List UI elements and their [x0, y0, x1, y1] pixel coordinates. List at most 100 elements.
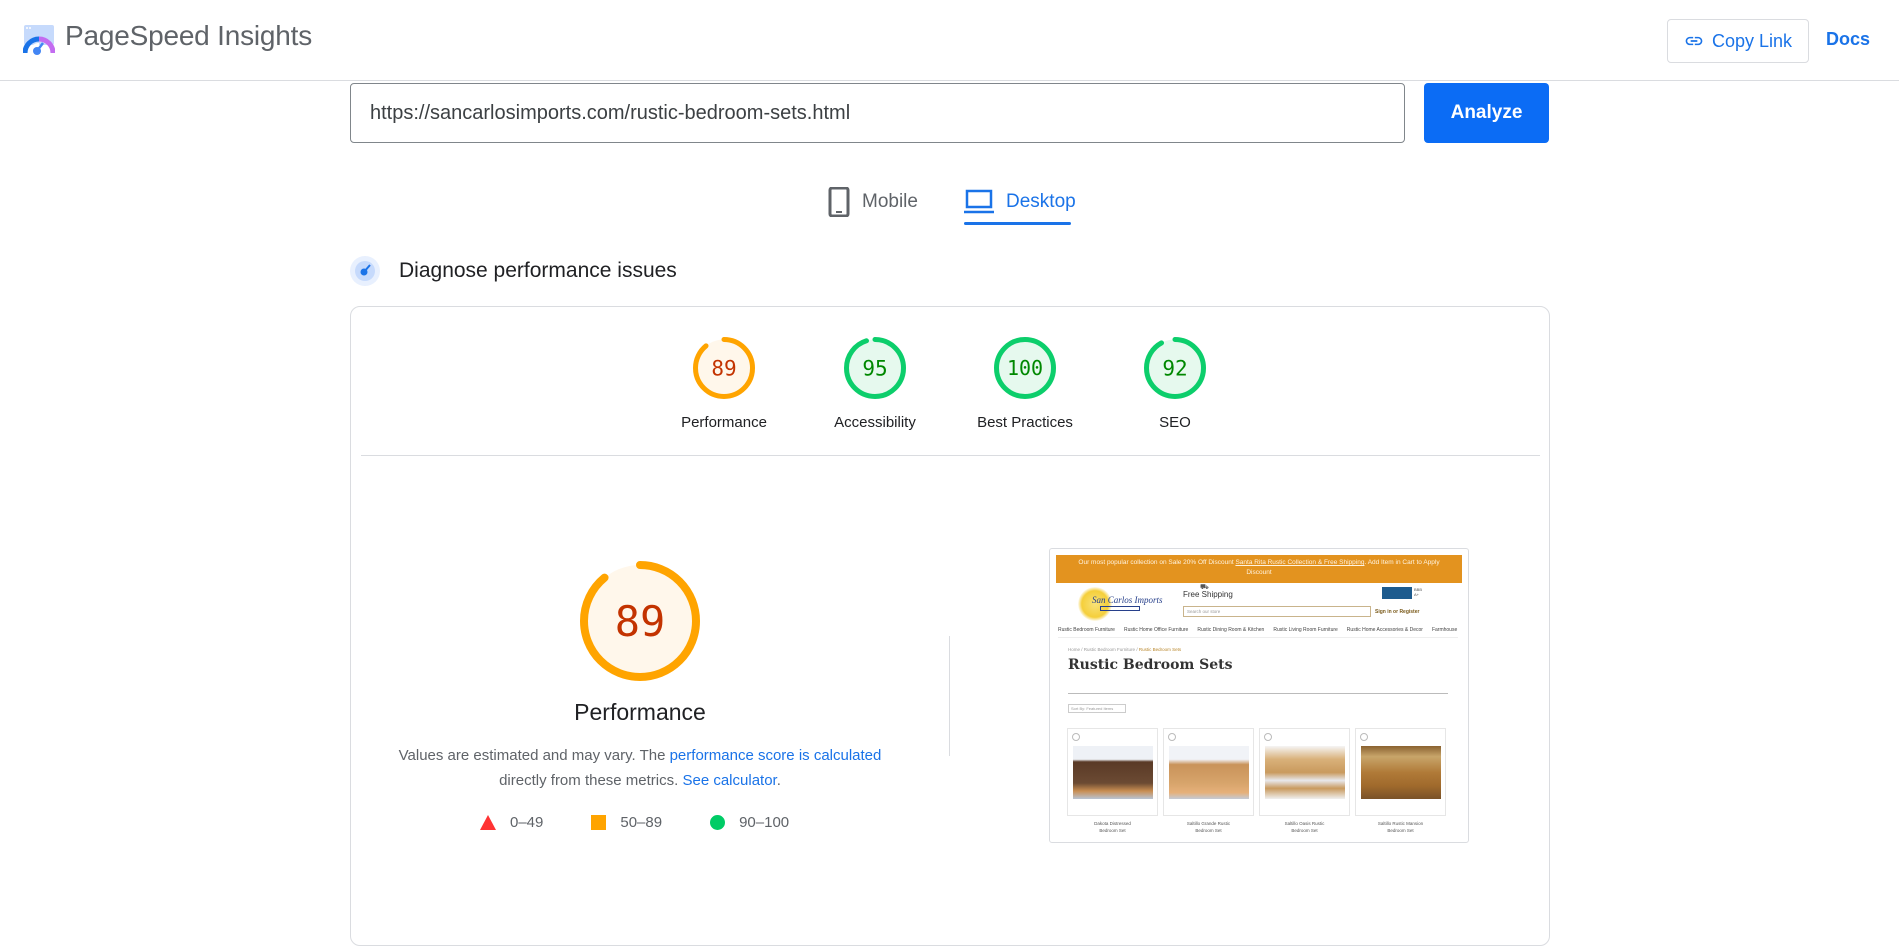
gauge-label: Accessibility: [834, 414, 916, 431]
bbb-badge-icon: [1382, 587, 1412, 599]
tab-desktop-label: Desktop: [1006, 191, 1076, 212]
see-calculator-link[interactable]: See calculator: [682, 772, 776, 789]
circle-icon: [710, 815, 726, 830]
tab-mobile[interactable]: Mobile: [828, 178, 918, 226]
pname-line: Bedroom Set: [1291, 828, 1318, 833]
gauge-score: 89: [615, 597, 666, 646]
gauge-label: SEO: [1159, 414, 1191, 431]
square-icon: [591, 815, 607, 830]
legend-range: 0–49: [510, 814, 544, 831]
pname-line: Saltillo Grande Rustic: [1186, 821, 1231, 826]
screenshot-site-logo: San Carlos Imports: [1078, 587, 1163, 621]
gauge-label: Best Practices: [977, 414, 1073, 431]
description-text: directly from these metrics.: [499, 772, 683, 789]
pagespeed-logo-icon[interactable]: [23, 24, 55, 56]
crumb: Rustic Bedroom Furniture: [1083, 647, 1136, 652]
page-screenshot: Our most popular collection on Sale 20% …: [1049, 548, 1469, 843]
screenshot-signin: Sign in or Register: [1375, 609, 1420, 615]
crumb: Home: [1068, 647, 1081, 652]
screenshot-product-name: Saltillo Oasis Rustic Bedroom Set: [1259, 820, 1350, 834]
gauge-ring: 89: [693, 337, 755, 399]
tab-desktop[interactable]: Desktop: [964, 178, 1076, 226]
brand-title[interactable]: PageSpeed Insights: [65, 20, 312, 52]
score-legend: 0–49 50–89 90–100: [480, 814, 837, 831]
top-header: PageSpeed Insights Copy Link Docs: [0, 0, 1899, 81]
screenshot-product: [1163, 728, 1254, 816]
gauge-label: Performance: [681, 414, 767, 431]
screenshot-product: [1259, 728, 1350, 816]
screenshot-search: Search our store: [1183, 606, 1371, 617]
gauge-ring: 92: [1144, 337, 1206, 399]
screenshot-nav-item: Rustic Home Accessories & Decor: [1346, 627, 1423, 633]
performance-description: Values are estimated and may vary. The p…: [380, 743, 900, 793]
triangle-icon: [480, 815, 496, 830]
bbb-text: BBB A+: [1414, 587, 1423, 597]
pname-line: Saltillo Oasis Rustic: [1284, 821, 1325, 826]
heart-icon: [1360, 733, 1368, 741]
screenshot-product-name: Dakota Distressed Bedroom Set: [1067, 820, 1158, 834]
docs-link[interactable]: Docs: [1826, 29, 1870, 50]
screenshot-product-name: Saltillo Grande Rustic Bedroom Set: [1163, 820, 1254, 834]
copy-link-button[interactable]: Copy Link: [1667, 19, 1809, 63]
product-image: [1073, 746, 1153, 799]
gauge-score: 92: [1162, 357, 1187, 381]
laptop-icon: [964, 189, 994, 214]
crumb-current: Rustic Bedroom Sets: [1138, 647, 1182, 652]
legend-item-fail: 0–49: [480, 814, 543, 831]
heart-icon: [1264, 733, 1272, 741]
gauge-ring: 95: [844, 337, 906, 399]
screenshot-nav-item: Rustic Dining Room & Kitchen: [1197, 627, 1265, 633]
screenshot-product-name: Saltillo Rustic Mansion Bedroom Set: [1355, 820, 1446, 834]
performance-score-link[interactable]: performance score is calculated: [670, 747, 882, 764]
banner-text: Our most popular collection on Sale 20% …: [1078, 559, 1236, 566]
product-image: [1361, 746, 1441, 799]
gauge-score: 89: [711, 357, 736, 381]
product-image: [1169, 746, 1249, 799]
score-gauge-performance[interactable]: 89 Performance: [649, 336, 799, 431]
performance-gauge-large: 89: [580, 561, 700, 681]
screenshot-nav: Rustic Bedroom Furniture Rustic Home Offi…: [1058, 627, 1458, 638]
active-tab-indicator: [964, 222, 1071, 225]
screenshot-rule: [1068, 693, 1448, 694]
screenshot-nav-item: Rustic Living Room Furniture: [1273, 627, 1338, 633]
screenshot-nav-item: Rustic Bedroom Furniture: [1058, 627, 1115, 633]
description-text: Values are estimated and may vary. The: [398, 747, 670, 764]
screenshot-breadcrumb: Home / Rustic Bedroom Furniture / Rustic…: [1068, 647, 1182, 652]
heart-icon: [1168, 733, 1176, 741]
score-gauge-accessibility[interactable]: 95 Accessibility: [800, 336, 950, 431]
section-title: Diagnose performance issues: [399, 259, 677, 282]
screenshot-nav-item: Rustic Home Office Furniture: [1123, 627, 1189, 633]
vertical-divider: [949, 636, 950, 756]
screenshot-shipping: Free Shipping: [1183, 590, 1233, 599]
screenshot-page-title: Rustic Bedroom Sets: [1068, 657, 1233, 673]
score-gauge-seo[interactable]: 92 SEO: [1100, 336, 1250, 431]
legend-item-pass: 90–100: [710, 814, 789, 831]
gauge-score: 100: [1007, 356, 1043, 380]
analyze-button[interactable]: Analyze: [1424, 83, 1549, 143]
pname-line: Bedroom Set: [1195, 828, 1222, 833]
screenshot-product: [1067, 728, 1158, 816]
gauge-ring: 100: [994, 337, 1056, 399]
diagnose-gauge-icon: [350, 256, 380, 286]
url-input[interactable]: [350, 83, 1405, 143]
link-icon: [1685, 36, 1703, 46]
banner-link: Santa Rita Rustic Collection & Free Ship…: [1235, 559, 1365, 566]
heart-icon: [1072, 733, 1080, 741]
screenshot-nav-item: Farmhouse F...: [1431, 627, 1458, 633]
pname-line: Saltillo Rustic Mansion: [1377, 821, 1424, 826]
tab-mobile-label: Mobile: [862, 191, 918, 212]
logo-text: San Carlos Imports: [1092, 595, 1163, 605]
product-image: [1265, 746, 1345, 799]
screenshot-promo-banner: Our most popular collection on Sale 20% …: [1056, 555, 1462, 583]
score-gauge-best-practices[interactable]: 100 Best Practices: [950, 336, 1100, 431]
performance-label: Performance: [574, 699, 706, 725]
legend-range: 90–100: [739, 814, 790, 831]
description-text: .: [776, 772, 781, 789]
gauge-score: 95: [862, 357, 887, 381]
screenshot-product: [1355, 728, 1446, 816]
legend-range: 50–89: [620, 814, 663, 831]
copy-link-label: Copy Link: [1711, 30, 1793, 51]
legend-item-average: 50–89: [591, 814, 662, 831]
card-divider: [361, 455, 1540, 456]
smartphone-icon: [828, 187, 850, 217]
